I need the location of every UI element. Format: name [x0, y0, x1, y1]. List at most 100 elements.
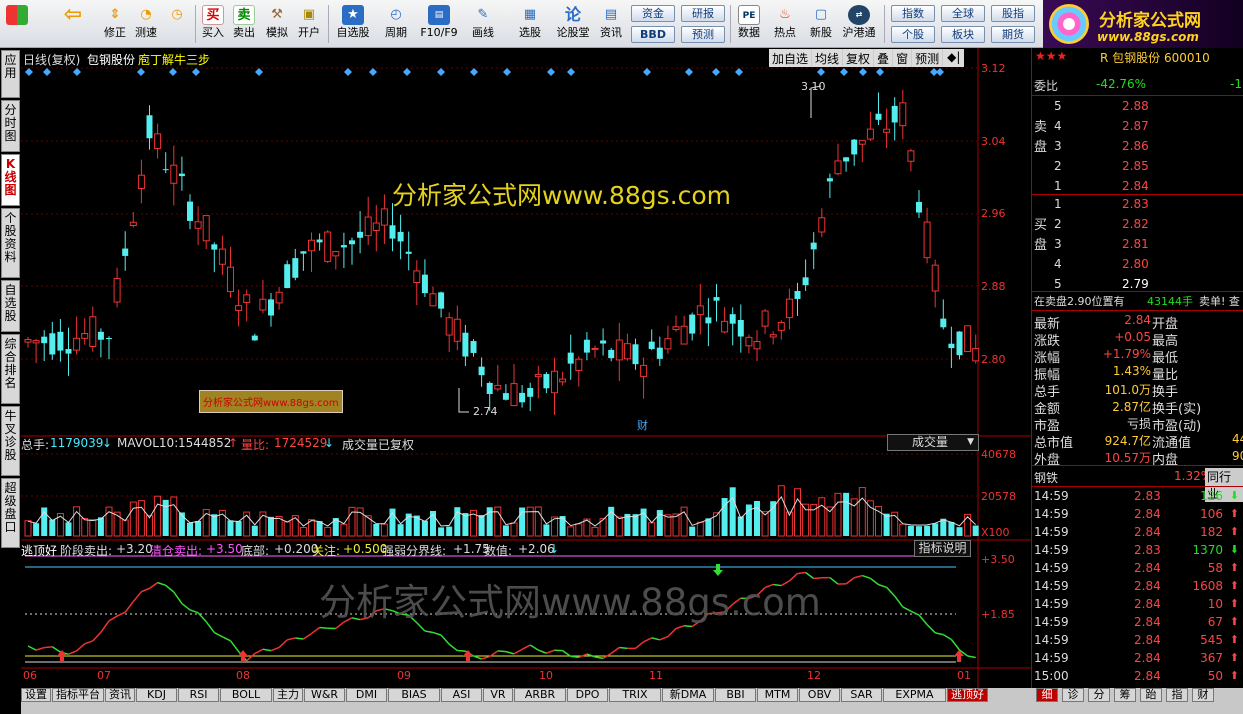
watermark-box: 分析家公式网www.88gs.com: [199, 390, 343, 413]
left-tab-intraday[interactable]: 分时图: [1, 100, 20, 152]
button-single-stock[interactable]: 个股: [891, 26, 935, 43]
toolbar-data[interactable]: PE 数据: [734, 3, 764, 45]
candle-body: [769, 334, 777, 338]
button-index[interactable]: 指数: [891, 5, 935, 22]
left-tab-watchlist[interactable]: 自选股: [1, 280, 20, 332]
button-stock-index[interactable]: 股指: [991, 5, 1035, 22]
big-order-notice[interactable]: 在卖盘2.90位置有 43144手 卖单! 查: [1032, 292, 1243, 310]
quote-tab[interactable]: 分: [1088, 688, 1110, 702]
indicator-tab[interactable]: 主力: [273, 688, 303, 702]
button-sector[interactable]: 板块: [941, 26, 985, 43]
indicator-tab[interactable]: 逃顶好: [947, 688, 988, 702]
quote-tab[interactable]: 细: [1036, 688, 1058, 702]
toolbar-open-account[interactable]: ▣ 开户: [294, 3, 324, 45]
bid-level-row[interactable]: 2 2.82: [1032, 216, 1243, 234]
volume-total-value: 1179039: [50, 436, 104, 450]
toolbar-stock-select[interactable]: ▦ 选股: [512, 3, 548, 45]
left-tab-kline[interactable]: K线图: [1, 154, 20, 206]
volume-bar: [154, 495, 162, 537]
bid-level-row[interactable]: 1 2.83: [1032, 196, 1243, 214]
indicator-tab[interactable]: ASI: [441, 688, 482, 702]
window-button[interactable]: 窗: [893, 49, 912, 67]
left-tab-super-level2[interactable]: 超级盘口: [1, 478, 20, 548]
toolbar-simulate[interactable]: ⚒ 模拟: [262, 3, 292, 45]
volume-bar: [502, 525, 509, 536]
button-forecast[interactable]: 预测: [681, 26, 725, 43]
kline-chart-area[interactable]: 日线(复权) 包钢股份 庖丁解牛三步 加自选 均线 复权 叠 窗 预测 ◆| 分…: [21, 48, 1032, 688]
indicator-tab[interactable]: DPO: [567, 688, 608, 702]
ask-level-row[interactable]: 5 2.88: [1032, 98, 1243, 116]
button-global[interactable]: 全球: [941, 5, 985, 22]
toolbar-speed[interactable]: ◔ 测速: [131, 3, 161, 45]
left-tab-apps[interactable]: 应用: [1, 50, 20, 98]
bid-level-row[interactable]: 4 2.80: [1032, 256, 1243, 274]
toolbar-back[interactable]: ⇦: [58, 3, 88, 45]
volume-indicator-select[interactable]: 成交量 ▼: [887, 434, 979, 451]
indicator-tab[interactable]: BOLL: [220, 688, 272, 702]
candle-body: [187, 201, 193, 221]
indicator-tab[interactable]: BIAS: [388, 688, 440, 702]
indicator-tab[interactable]: TRIX: [609, 688, 661, 702]
toolbar-period[interactable]: ◴ 周期: [378, 3, 414, 45]
indicator-tab[interactable]: VR: [483, 688, 513, 702]
toolbar-windows[interactable]: [2, 3, 32, 45]
toolbar-draw[interactable]: ✎ 画线: [465, 3, 501, 45]
button-fund[interactable]: 资金: [631, 5, 675, 22]
left-tab-ranking[interactable]: 综合排名: [1, 334, 20, 404]
signal-diamond: [403, 68, 411, 76]
button-futures[interactable]: 期货: [991, 26, 1035, 43]
indicator-tab[interactable]: EXPMA: [883, 688, 946, 702]
ask-level-row[interactable]: 3 2.86: [1032, 138, 1243, 156]
bid-price: 2.79: [1122, 277, 1149, 291]
toolbar-fix[interactable]: ⇕ 修正: [100, 3, 130, 45]
quote-tab[interactable]: 筹: [1114, 688, 1136, 702]
indicator-tab[interactable]: ARBR: [514, 688, 566, 702]
menu-arrow-icon[interactable]: ◆|: [943, 49, 965, 67]
toolbar-hk-connect[interactable]: ⇄ 沪港通: [840, 3, 878, 45]
volume-bar: [615, 516, 623, 537]
indicator-tab[interactable]: 设置: [21, 688, 51, 702]
toolbar-buy[interactable]: 买买入: [198, 3, 228, 45]
indicator-tab[interactable]: SAR: [841, 688, 882, 702]
left-tab-stock-info[interactable]: 个股资料: [1, 208, 20, 278]
add-watchlist-button[interactable]: 加自选: [769, 49, 812, 67]
toolbar-watchlist[interactable]: ★ 自选股: [333, 3, 373, 45]
ask-level-row[interactable]: 4 2.87: [1032, 118, 1243, 136]
toolbar-clock[interactable]: ◷: [162, 3, 192, 45]
toolbar-news[interactable]: ▤ 资讯: [596, 3, 626, 45]
toolbar-sell[interactable]: 卖卖出: [229, 3, 259, 45]
quote-tab[interactable]: 财: [1192, 688, 1214, 702]
indicator-tab[interactable]: 资讯: [105, 688, 135, 702]
overlay-button[interactable]: 叠: [874, 49, 893, 67]
indicator-tab[interactable]: DMI: [346, 688, 387, 702]
finance-event-marker[interactable]: 财: [637, 417, 648, 433]
divider: [1032, 194, 1243, 195]
candle-body: [146, 115, 153, 139]
ask-level-row[interactable]: 2 2.85: [1032, 158, 1243, 176]
indicator-tab[interactable]: W&R: [304, 688, 345, 702]
indicator-tab[interactable]: BBI: [715, 688, 756, 702]
toolbar-ipo[interactable]: ▢ 新股: [806, 3, 836, 45]
indicator-tab[interactable]: 指标平台: [52, 688, 104, 702]
quote-tab[interactable]: 诊: [1062, 688, 1084, 702]
toolbar-f10[interactable]: ▤ F10/F9: [418, 3, 460, 45]
ma-button[interactable]: 均线: [812, 49, 843, 67]
adjust-button[interactable]: 复权: [843, 49, 874, 67]
toolbar-hot[interactable]: ♨ 热点: [770, 3, 800, 45]
quote-tab[interactable]: 指: [1166, 688, 1188, 702]
button-research[interactable]: 研报: [681, 5, 725, 22]
forecast-button[interactable]: 预测: [912, 49, 943, 67]
toolbar-forum[interactable]: 论论股堂: [554, 3, 592, 45]
indicator-tab[interactable]: OBV: [799, 688, 840, 702]
bid-level-row[interactable]: 3 2.81: [1032, 236, 1243, 254]
left-tab-diagnosis[interactable]: 牛叉诊股: [1, 406, 20, 476]
indicator-tab[interactable]: 新DMA: [662, 688, 714, 702]
indicator-tab[interactable]: RSI: [178, 688, 219, 702]
quote-tab[interactable]: 跆: [1140, 688, 1162, 702]
signal-diamond: [344, 68, 352, 76]
indicator-help-button[interactable]: 指标说明: [914, 540, 971, 557]
indicator-tab[interactable]: KDJ: [136, 688, 177, 702]
signal-diamond: [859, 68, 867, 76]
indicator-tab[interactable]: MTM: [757, 688, 798, 702]
button-bbd[interactable]: BBD: [631, 26, 675, 43]
